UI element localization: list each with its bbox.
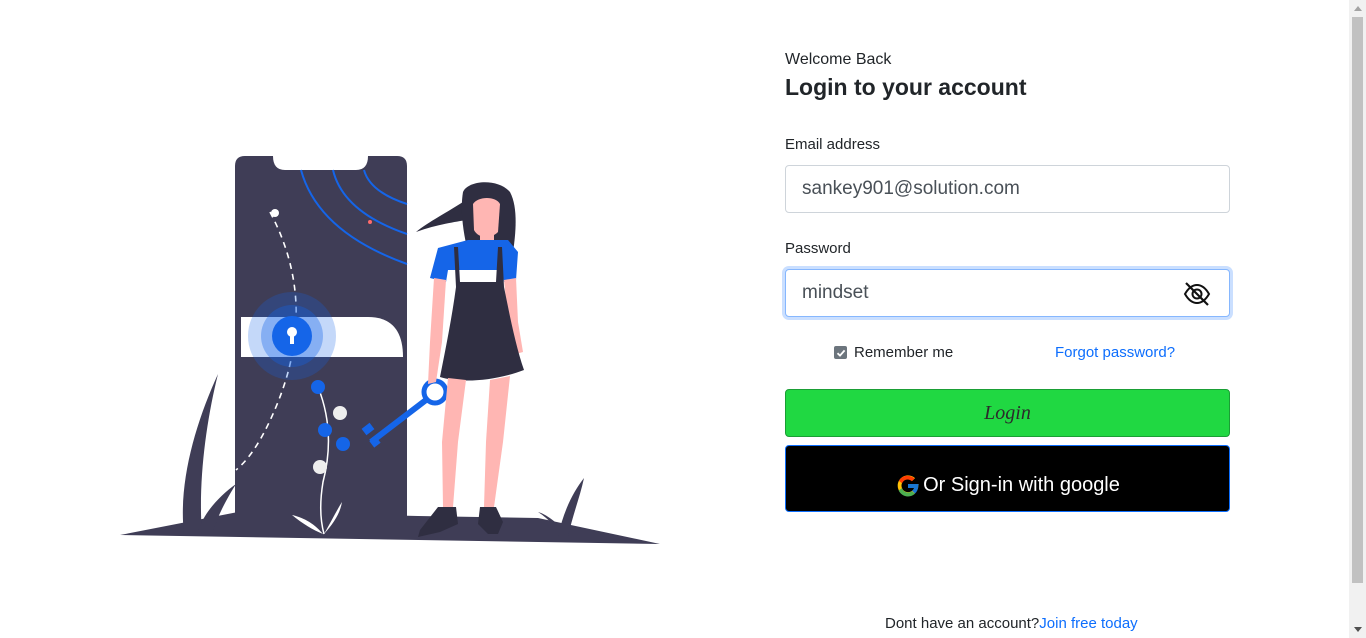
- vertical-scrollbar[interactable]: [1349, 0, 1366, 638]
- scroll-up-arrow-icon[interactable]: [1349, 0, 1366, 17]
- google-signin-button[interactable]: Or Sign-in with google: [785, 445, 1230, 512]
- page-title: Login to your account: [785, 74, 1027, 100]
- remember-me-label: Remember me: [854, 344, 954, 361]
- no-account-text: Dont have an account?: [885, 615, 1040, 632]
- remember-me[interactable]: Remember me: [834, 344, 953, 361]
- password-visibility-toggle[interactable]: [1182, 279, 1212, 309]
- password-field[interactable]: [785, 269, 1230, 317]
- scroll-down-arrow-icon[interactable]: [1349, 621, 1366, 638]
- login-page: Welcome Back Login to your account Email…: [0, 0, 1366, 638]
- welcome-text: Welcome Back: [785, 51, 892, 68]
- login-illustration: [120, 156, 660, 544]
- signup-prompt: Dont have an account?Join free today: [885, 615, 1138, 632]
- google-logo-icon: [897, 474, 919, 497]
- login-button-label: Login: [984, 401, 1031, 424]
- email-field[interactable]: [785, 165, 1230, 213]
- forgot-password-link[interactable]: Forgot password?: [1055, 344, 1175, 361]
- checkmark-icon: [836, 349, 845, 357]
- password-label: Password: [785, 240, 851, 257]
- join-free-link[interactable]: Join free today: [1039, 615, 1137, 632]
- scrollbar-thumb[interactable]: [1352, 17, 1363, 583]
- google-signin-label: Or Sign-in with google: [923, 474, 1120, 496]
- eye-slash-icon: [1183, 282, 1211, 306]
- login-button[interactable]: Login: [785, 389, 1230, 437]
- remember-me-checkbox[interactable]: [834, 346, 847, 359]
- email-label: Email address: [785, 136, 881, 153]
